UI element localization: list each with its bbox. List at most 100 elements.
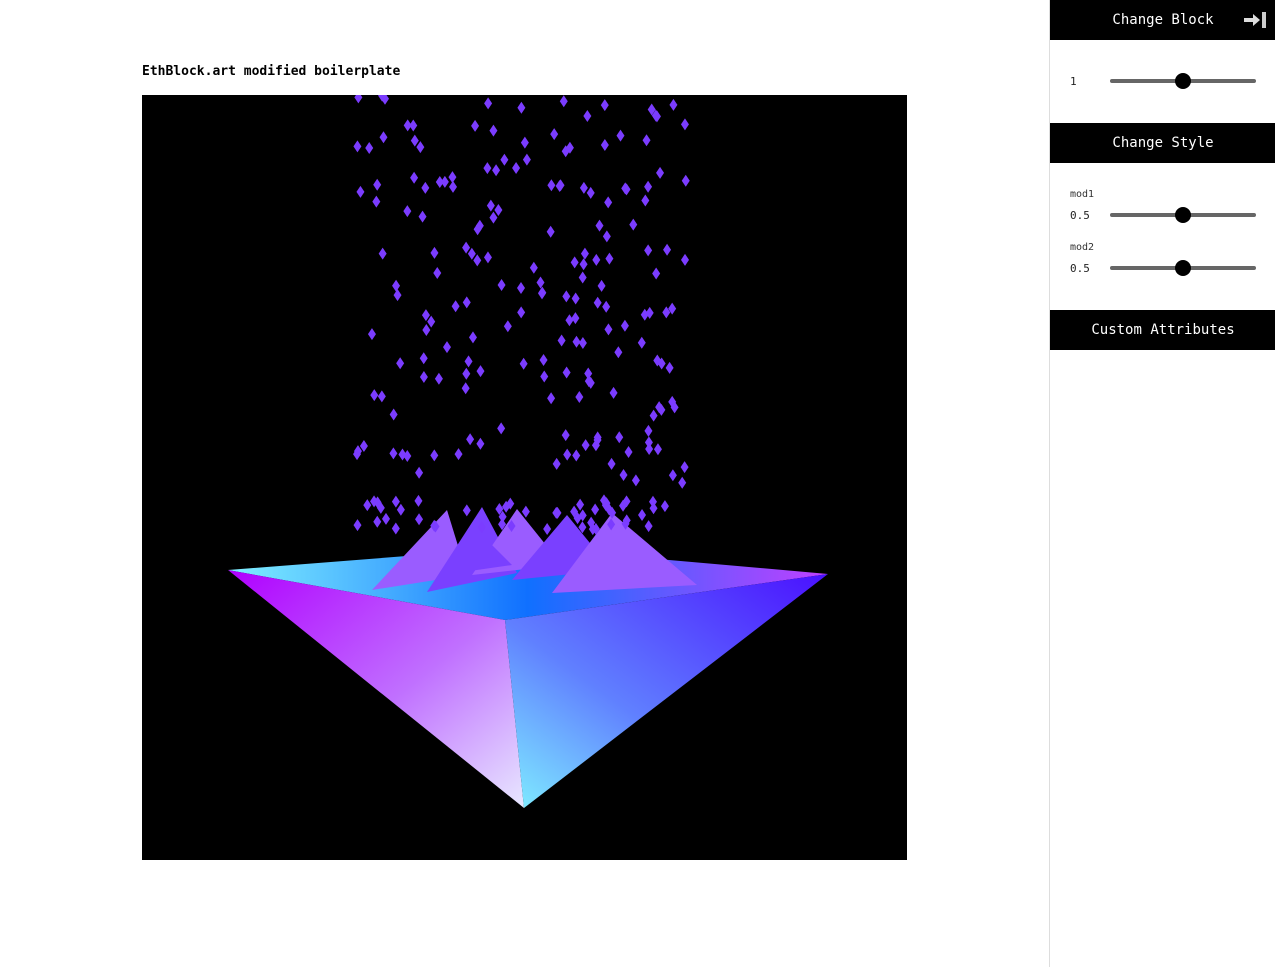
particle xyxy=(519,357,528,370)
particle xyxy=(631,474,640,487)
mod2-slider[interactable] xyxy=(1110,260,1256,276)
particle xyxy=(367,328,376,341)
particle xyxy=(604,323,613,336)
arrow-right-to-bar-icon[interactable] xyxy=(1244,10,1266,30)
change-block-label: Change Block xyxy=(1112,12,1214,28)
particle xyxy=(365,142,374,155)
particle xyxy=(529,261,538,274)
particle xyxy=(604,196,613,209)
particle xyxy=(471,119,480,132)
particle xyxy=(668,469,677,482)
particle xyxy=(409,119,418,132)
particle xyxy=(503,320,512,333)
particle xyxy=(543,522,552,535)
particle xyxy=(578,271,587,284)
particle xyxy=(464,355,473,368)
particle xyxy=(580,247,589,260)
particle xyxy=(559,95,568,108)
particle xyxy=(448,180,457,193)
particle xyxy=(642,134,651,147)
particle xyxy=(637,336,646,349)
particle xyxy=(578,337,587,350)
particle xyxy=(586,186,595,199)
particle xyxy=(448,171,457,184)
change-style-header[interactable]: Change Style xyxy=(1050,123,1275,163)
particle xyxy=(660,500,669,513)
particle xyxy=(435,175,444,188)
particle xyxy=(609,386,618,399)
particle xyxy=(484,97,493,110)
particle xyxy=(403,205,412,218)
particle xyxy=(571,312,580,325)
particle xyxy=(652,267,661,280)
particle xyxy=(476,437,485,450)
slider-thumb[interactable] xyxy=(1175,260,1191,276)
particle xyxy=(430,449,439,462)
particle xyxy=(644,520,653,533)
particle xyxy=(473,254,482,267)
particle xyxy=(681,253,690,266)
particle xyxy=(389,447,398,460)
particle xyxy=(678,476,687,489)
particle xyxy=(396,503,405,516)
particle xyxy=(462,296,471,309)
particle xyxy=(602,300,611,313)
custom-attributes-header[interactable]: Custom Attributes xyxy=(1050,310,1275,350)
particle xyxy=(500,153,509,166)
particle xyxy=(466,433,475,446)
mod2-value: 0.5 xyxy=(1070,261,1090,275)
slider-thumb[interactable] xyxy=(1175,73,1191,89)
art-canvas[interactable] xyxy=(142,89,907,860)
particle xyxy=(476,365,485,378)
art-scene xyxy=(228,89,828,808)
particle xyxy=(451,300,460,313)
particle xyxy=(517,101,526,114)
control-panel: Change Block 1 Change Style mod1 0.5 mod… xyxy=(1049,0,1275,967)
particle xyxy=(492,164,501,177)
particle xyxy=(483,162,492,175)
particle xyxy=(552,457,561,470)
particle xyxy=(422,324,431,337)
particle xyxy=(593,296,602,309)
change-block-header[interactable]: Change Block xyxy=(1050,0,1275,40)
particle xyxy=(656,166,665,179)
particle xyxy=(389,408,398,421)
particle xyxy=(565,314,574,327)
particle xyxy=(396,357,405,370)
slider-thumb[interactable] xyxy=(1175,207,1191,223)
particle xyxy=(649,409,658,422)
particle xyxy=(615,431,624,444)
particle xyxy=(539,353,548,366)
particle xyxy=(547,179,556,192)
particle xyxy=(572,335,581,348)
particle xyxy=(602,230,611,243)
particle xyxy=(581,439,590,452)
particle xyxy=(644,244,653,257)
particle xyxy=(576,498,585,511)
particle xyxy=(354,91,363,104)
particle xyxy=(521,505,530,518)
particle xyxy=(629,218,638,231)
particle xyxy=(427,315,436,328)
particle xyxy=(579,258,588,271)
particle xyxy=(363,499,372,512)
particle xyxy=(418,210,427,223)
particle xyxy=(620,319,629,332)
particle xyxy=(489,211,498,224)
particle xyxy=(421,309,430,322)
particle xyxy=(669,98,678,111)
particle xyxy=(433,266,442,279)
mod1-slider[interactable] xyxy=(1110,207,1256,223)
particle xyxy=(421,181,430,194)
particle xyxy=(520,136,529,149)
block-slider[interactable] xyxy=(1110,73,1256,89)
particle xyxy=(410,134,419,147)
particle xyxy=(391,495,400,508)
particle xyxy=(561,429,570,442)
particle xyxy=(391,522,400,535)
particle xyxy=(373,178,382,191)
mod2-label: mod2 xyxy=(1070,242,1095,253)
particle xyxy=(353,519,362,532)
particle xyxy=(619,469,628,482)
particle xyxy=(392,279,401,292)
